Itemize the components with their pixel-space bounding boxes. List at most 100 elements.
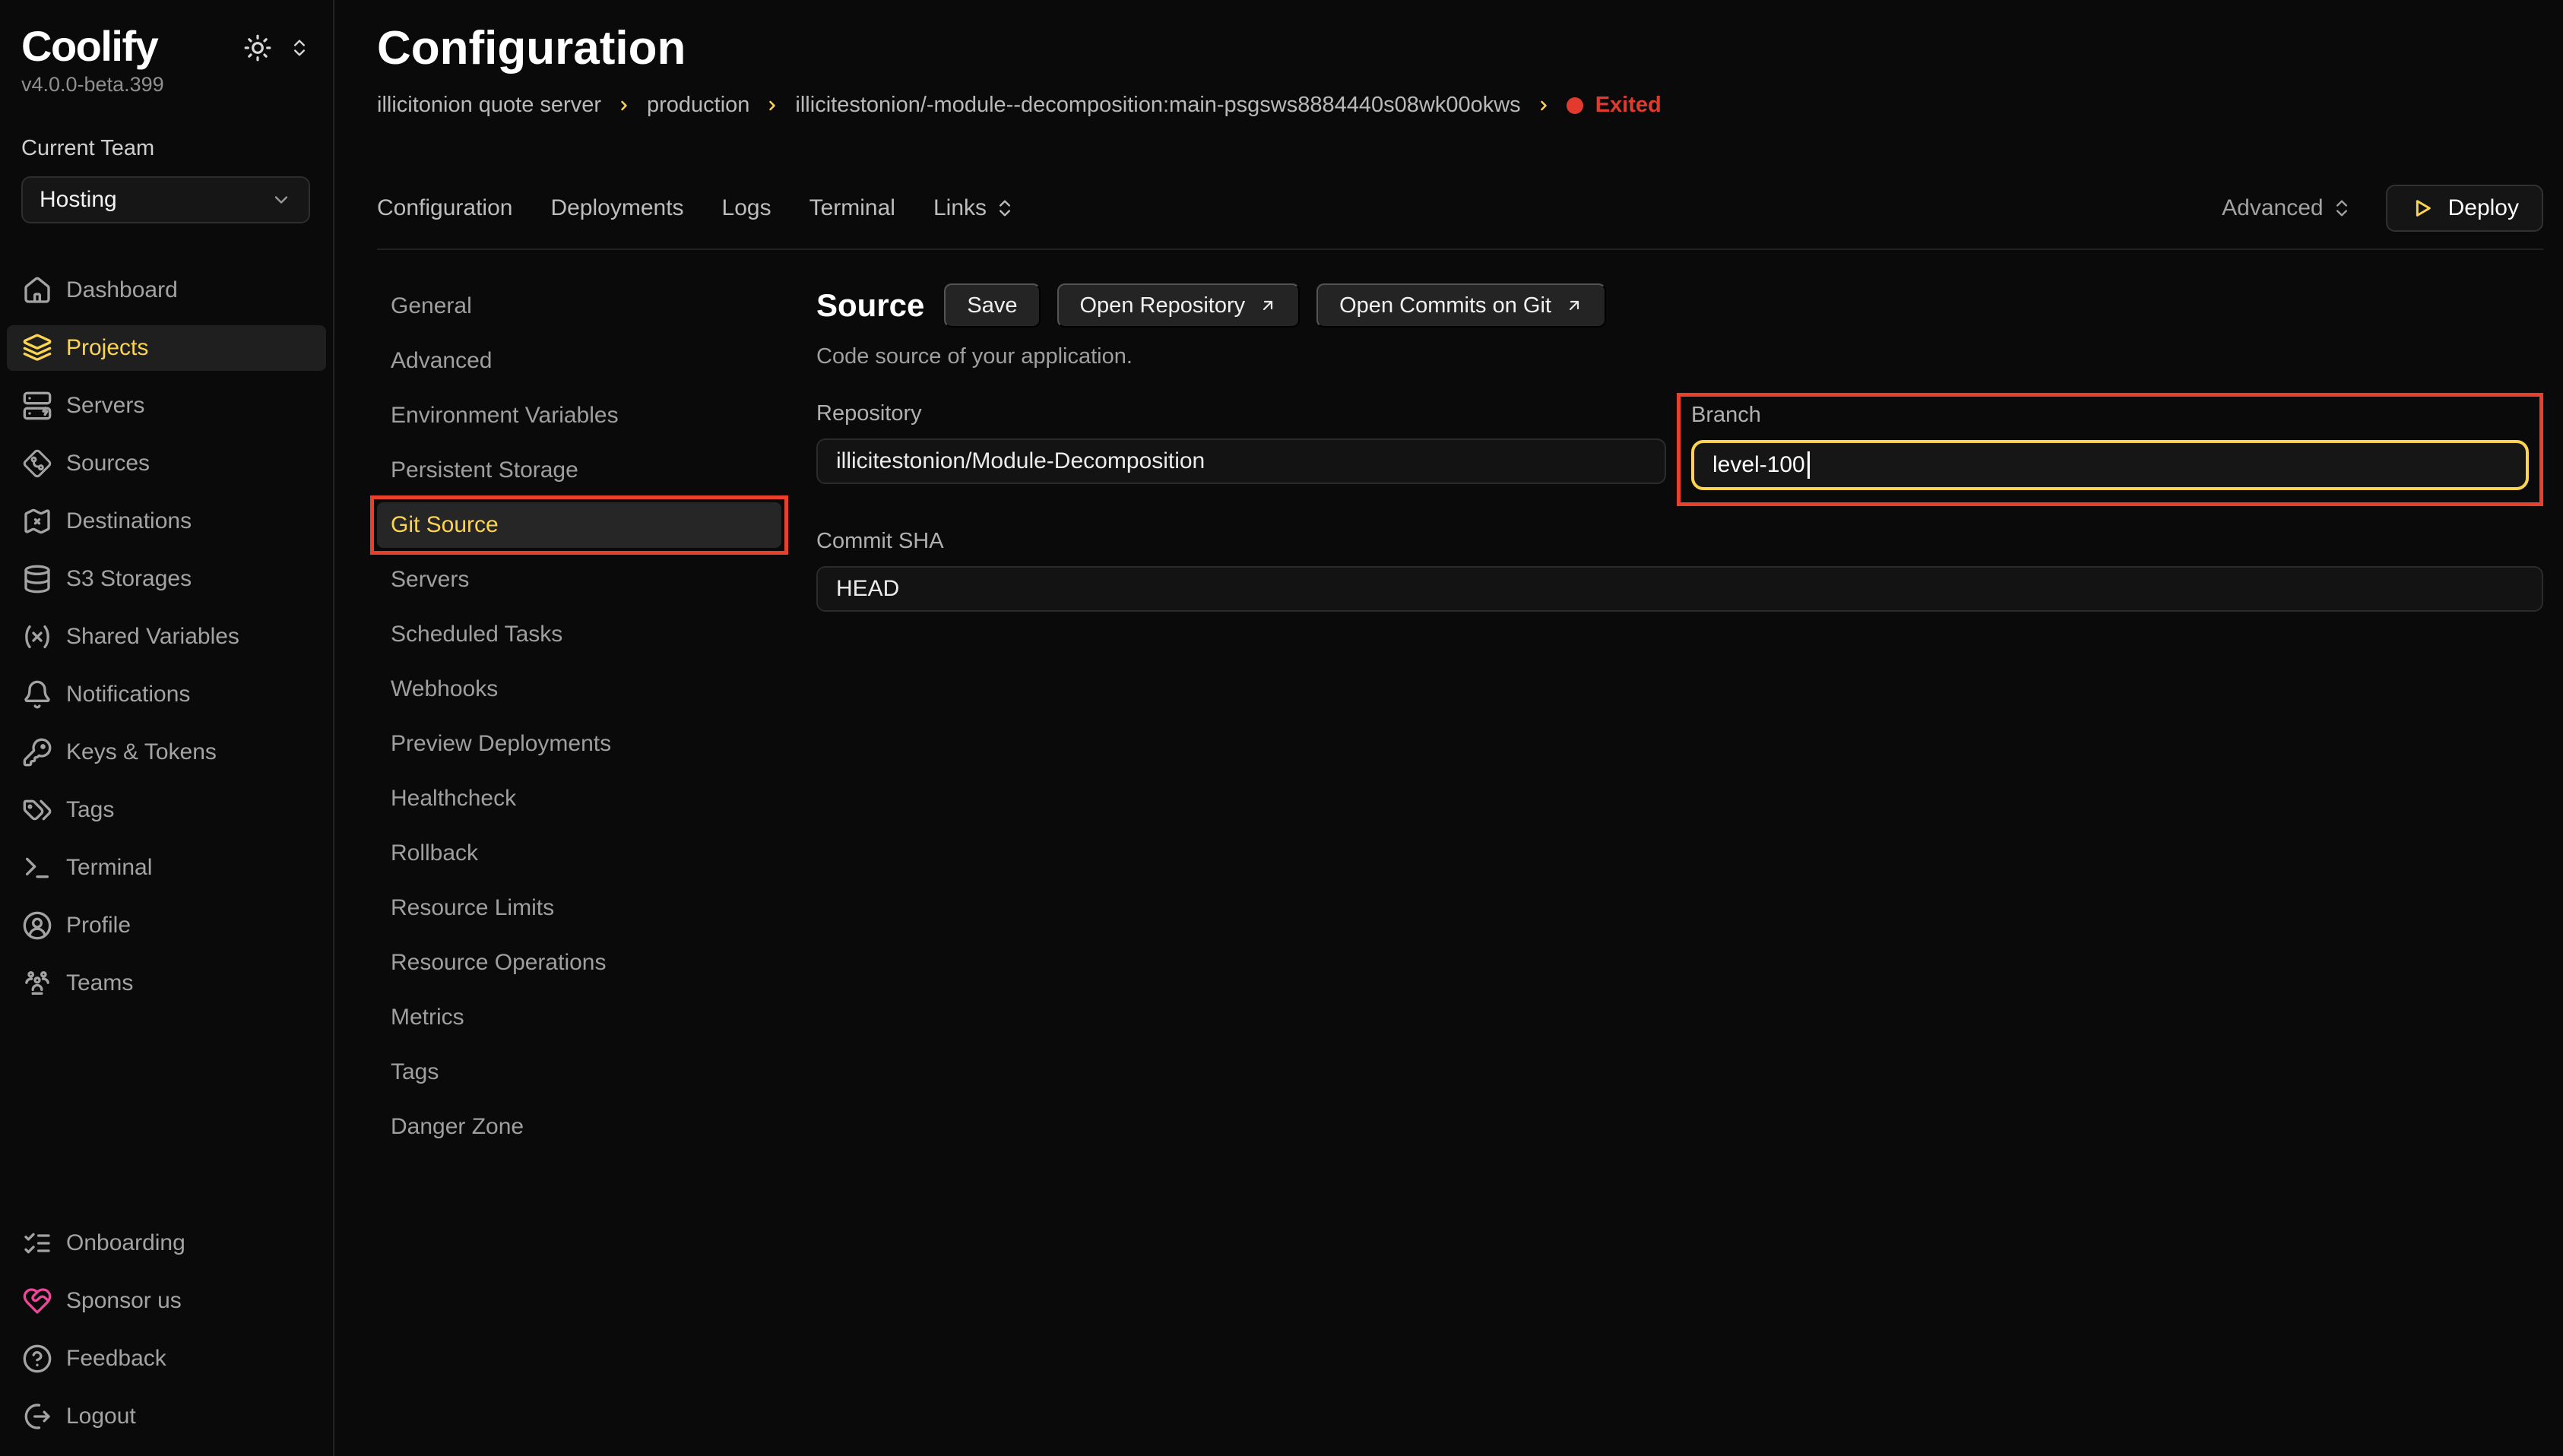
advanced-menu[interactable]: Advanced <box>2222 195 2352 221</box>
tab-deployments[interactable]: Deployments <box>550 195 683 221</box>
theme-switcher-chevrons-icon[interactable] <box>289 37 310 59</box>
status-text: Exited <box>1595 93 1662 118</box>
source-heading: Source <box>816 287 924 324</box>
commit-sha-input[interactable] <box>816 566 2543 612</box>
sidebar-item-s3-storages[interactable]: S3 Storages <box>7 556 326 602</box>
subnav-item-webhooks[interactable]: Webhooks <box>377 666 781 712</box>
tab-terminal[interactable]: Terminal <box>809 195 895 221</box>
sidebar-item-tags[interactable]: Tags <box>7 787 326 833</box>
layers-icon <box>22 333 52 363</box>
breadcrumb-environment[interactable]: production <box>647 93 749 118</box>
breadcrumb: illicitonion quote server production ill… <box>377 93 2543 118</box>
chevron-right-icon <box>616 98 632 113</box>
home-icon <box>22 275 52 305</box>
annotation-box-branch: Branch level-100 <box>1677 393 2543 506</box>
subnav-item-resource-limits[interactable]: Resource Limits <box>377 885 781 931</box>
git-diamond-icon <box>22 448 52 479</box>
sidebar-item-profile[interactable]: Profile <box>7 903 326 948</box>
sidebar-item-onboarding[interactable]: Onboarding <box>7 1220 326 1266</box>
subnav-item-servers[interactable]: Servers <box>377 557 781 603</box>
theme-sun-icon[interactable] <box>243 33 272 62</box>
commit-sha-label: Commit SHA <box>816 529 2543 554</box>
subnav-item-danger-zone[interactable]: Danger Zone <box>377 1104 781 1150</box>
subnav-item-tags[interactable]: Tags <box>377 1049 781 1095</box>
tags-icon <box>22 795 52 825</box>
database-icon <box>22 564 52 594</box>
text-cursor <box>1807 451 1810 479</box>
chevron-right-icon <box>765 98 780 113</box>
chevrons-up-down-icon <box>994 198 1015 219</box>
tab-logs[interactable]: Logs <box>722 195 771 221</box>
subnav-item-scheduled-tasks[interactable]: Scheduled Tasks <box>377 612 781 657</box>
sidebar-item-keys-tokens[interactable]: Keys & Tokens <box>7 730 326 775</box>
heart-handshake-icon <box>22 1286 52 1316</box>
team-select-value: Hosting <box>40 187 117 213</box>
sidebar-item-shared-variables[interactable]: Shared Variables <box>7 614 326 660</box>
branch-input[interactable]: level-100 <box>1691 440 2529 490</box>
sidebar-item-feedback[interactable]: Feedback <box>7 1336 326 1382</box>
sidebar-item-notifications[interactable]: Notifications <box>7 672 326 717</box>
sidebar-item-logout[interactable]: Logout <box>7 1394 326 1439</box>
subnav-item-persistent-storage[interactable]: Persistent Storage <box>377 448 781 493</box>
subnav-item-environment-variables[interactable]: Environment Variables <box>377 393 781 438</box>
chevrons-up-down-icon <box>2331 198 2352 219</box>
external-link-icon <box>1259 296 1277 315</box>
sidebar-item-sources[interactable]: Sources <box>7 441 326 486</box>
subnav-item-general[interactable]: General <box>377 283 781 329</box>
tabs-divider <box>377 248 2543 250</box>
subnav-item-preview-deployments[interactable]: Preview Deployments <box>377 721 781 767</box>
user-circle-icon <box>22 910 52 941</box>
team-select[interactable]: Hosting <box>21 176 310 223</box>
checklist-icon <box>22 1228 52 1258</box>
breadcrumb-application[interactable]: illicitestonion/-module--decomposition:m… <box>795 93 1520 118</box>
breadcrumb-project[interactable]: illicitonion quote server <box>377 93 601 118</box>
terminal-icon <box>22 853 52 883</box>
sidebar-item-sponsor-us[interactable]: Sponsor us <box>7 1278 326 1324</box>
sidebar-item-servers[interactable]: Servers <box>7 383 326 429</box>
sidebar-item-teams[interactable]: Teams <box>7 961 326 1006</box>
logout-icon <box>22 1401 52 1432</box>
sidebar-header: Coolify v4.0.0-beta.399 Current Team Hos… <box>0 23 333 223</box>
commit-sha-field: Commit SHA <box>816 529 2543 612</box>
tabs-row: Configuration Deployments Logs Terminal … <box>377 185 2543 232</box>
status-badge: Exited <box>1567 93 1662 118</box>
users-icon <box>22 968 52 999</box>
subnav-item-resource-operations[interactable]: Resource Operations <box>377 940 781 986</box>
help-circle-icon <box>22 1344 52 1374</box>
key-icon <box>22 737 52 768</box>
deploy-button[interactable]: Deploy <box>2386 185 2543 232</box>
open-commits-button[interactable]: Open Commits on Git <box>1316 283 1606 328</box>
app-version: v4.0.0-beta.399 <box>21 73 310 97</box>
play-icon <box>2410 196 2435 220</box>
app-window: Coolify v4.0.0-beta.399 Current Team Hos… <box>0 0 2563 1456</box>
subnav-item-rollback[interactable]: Rollback <box>377 831 781 876</box>
save-button[interactable]: Save <box>944 283 1040 328</box>
sidebar: Coolify v4.0.0-beta.399 Current Team Hos… <box>0 0 334 1456</box>
sidebar-item-projects[interactable]: Projects <box>7 325 326 371</box>
branch-value: level-100 <box>1712 452 1805 478</box>
current-team-label: Current Team <box>21 136 310 161</box>
server-icon <box>22 391 52 421</box>
subnav-item-metrics[interactable]: Metrics <box>377 995 781 1040</box>
external-link-icon <box>1565 296 1583 315</box>
git-source-panel: Source Save Open Repository Open Commits… <box>816 283 2543 1159</box>
chevron-down-icon <box>271 189 292 210</box>
open-repository-button[interactable]: Open Repository <box>1057 283 1301 328</box>
sidebar-item-dashboard[interactable]: Dashboard <box>7 267 326 313</box>
page-title: Configuration <box>377 23 2543 74</box>
bell-icon <box>22 679 52 710</box>
map-icon <box>22 506 52 537</box>
subnav-item-git-source[interactable]: Git Source <box>377 502 781 548</box>
sidebar-item-terminal[interactable]: Terminal <box>7 845 326 891</box>
config-subnav: General Advanced Environment Variables P… <box>377 283 781 1159</box>
sidebar-nav: Dashboard Projects Servers Sources Desti… <box>0 267 333 1018</box>
chevron-right-icon <box>1536 98 1551 113</box>
subnav-item-healthcheck[interactable]: Healthcheck <box>377 776 781 821</box>
tab-links[interactable]: Links <box>933 195 1015 221</box>
sidebar-item-destinations[interactable]: Destinations <box>7 499 326 544</box>
tab-configuration[interactable]: Configuration <box>377 195 512 221</box>
repository-input[interactable] <box>816 438 1666 484</box>
sidebar-footer-nav: Onboarding Sponsor us Feedback Logout <box>0 1220 333 1439</box>
brand-logo[interactable]: Coolify <box>21 23 157 70</box>
subnav-item-advanced[interactable]: Advanced <box>377 338 781 384</box>
